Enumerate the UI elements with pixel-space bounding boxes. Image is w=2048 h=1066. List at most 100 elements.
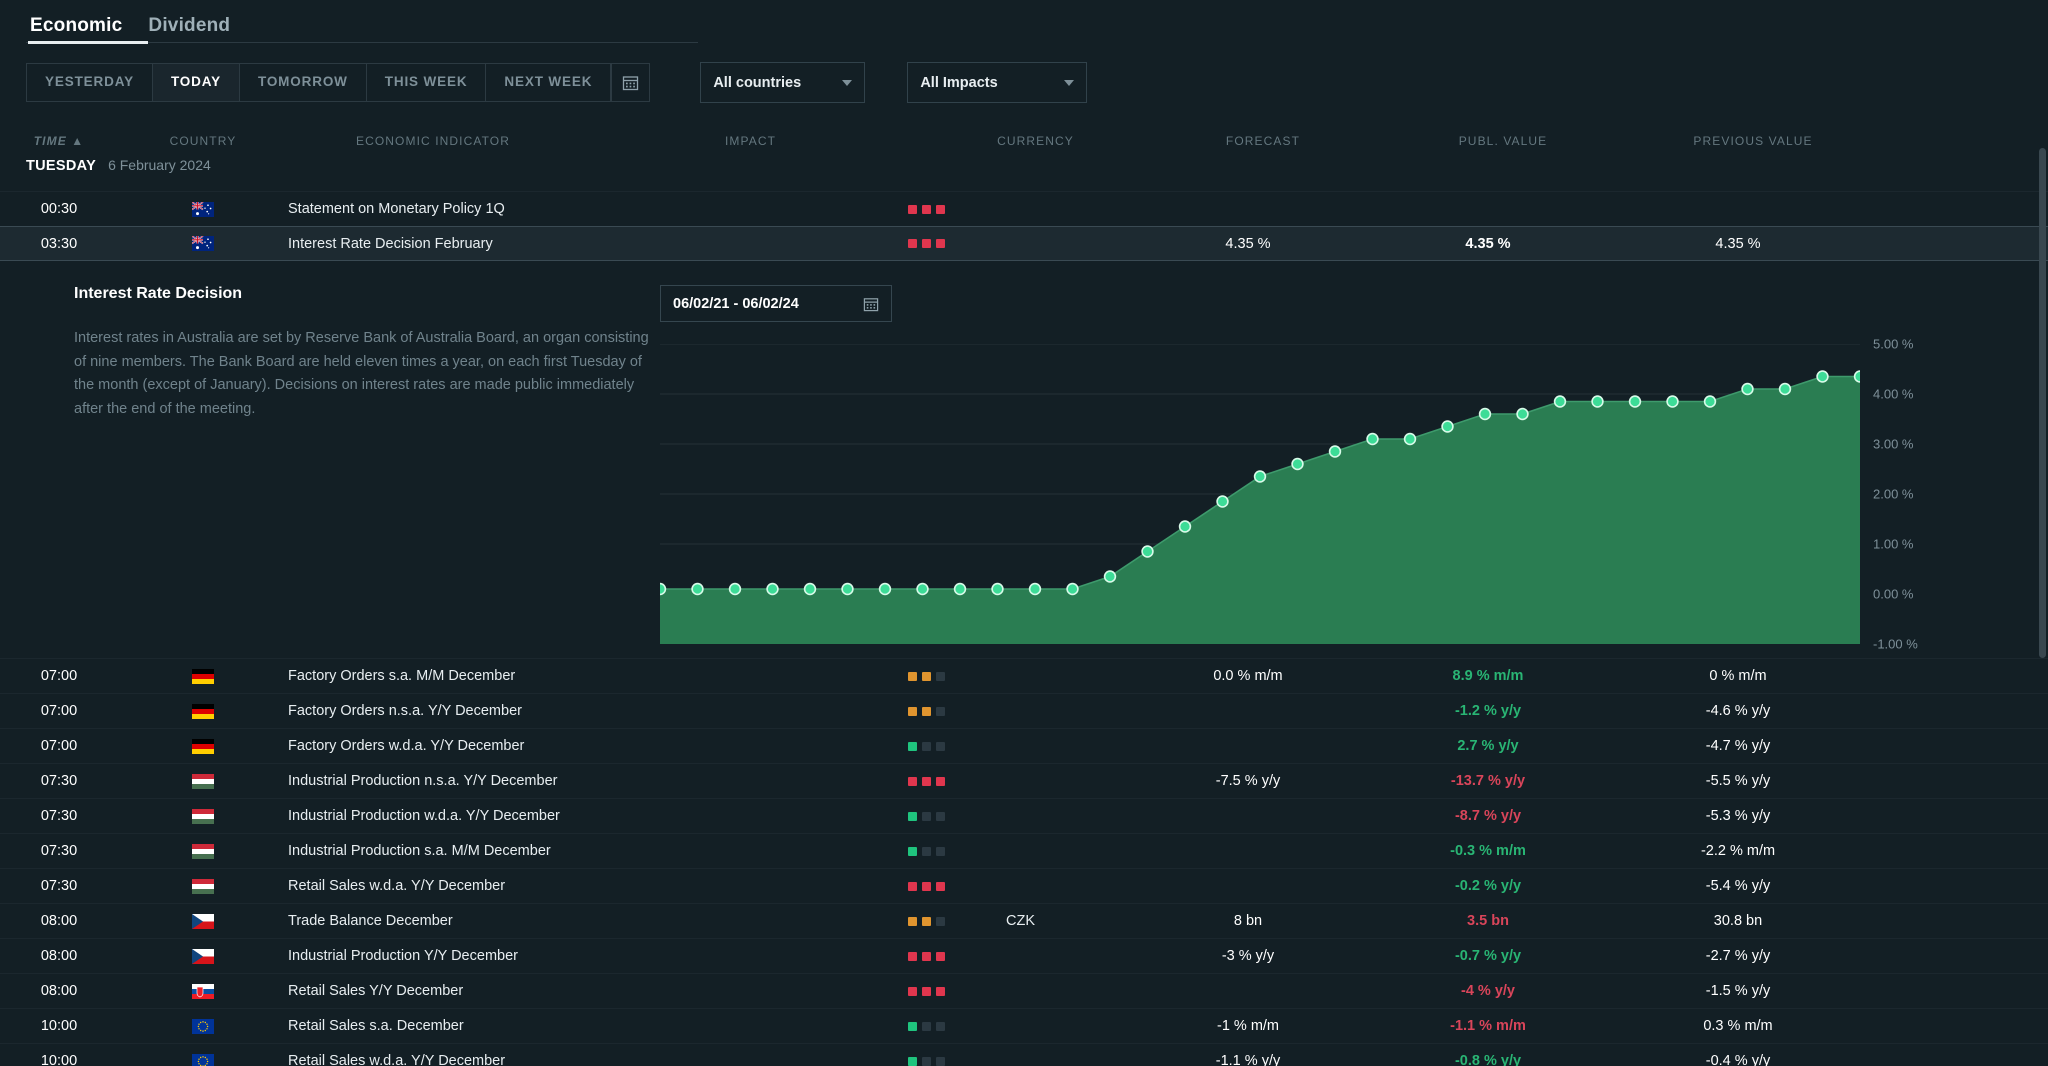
chart-data-point xyxy=(1478,407,1492,421)
row-previous-value: 0.3 % m/m xyxy=(1703,1018,1773,1034)
column-header-currency[interactable]: CURRENCY xyxy=(923,134,1148,148)
calendar-picker-button[interactable] xyxy=(611,64,649,101)
impact-dot-off xyxy=(936,671,945,681)
impact-dot-orange xyxy=(908,671,917,681)
impact-dot-orange xyxy=(922,671,931,681)
row-indicator[interactable]: Factory Orders s.a. M/M December xyxy=(288,668,908,684)
calendar-icon xyxy=(863,297,879,311)
column-header-indicator[interactable]: ECONOMIC INDICATOR xyxy=(288,134,578,148)
table-row[interactable]: 07:30 Retail Sales w.d.a. Y/Y December -… xyxy=(0,868,2048,903)
chart-data-point xyxy=(1516,407,1529,421)
chart-data-point xyxy=(991,582,1004,596)
row-indicator[interactable]: Industrial Production w.d.a. Y/Y Decembe… xyxy=(288,808,908,824)
table-row[interactable]: 08:00 Trade Balance December CZK 8 bn 3.… xyxy=(0,903,2048,938)
row-indicator[interactable]: Statement on Monetary Policy 1Q xyxy=(288,201,908,217)
row-indicator[interactable]: Industrial Production s.a. M/M December xyxy=(288,843,908,859)
chart-data-point xyxy=(1253,470,1267,483)
impact-filter-dropdown[interactable]: All Impacts xyxy=(907,62,1088,103)
chart-data-point xyxy=(1853,370,1860,383)
column-header-publ-value[interactable]: PUBL. VALUE xyxy=(1378,134,1628,148)
row-time: 10:00 xyxy=(40,1053,78,1066)
row-indicator[interactable]: Retail Sales Y/Y December xyxy=(288,983,908,999)
table-row[interactable]: 08:00 Retail Sales Y/Y December -4 % y/y… xyxy=(0,973,2048,1008)
flag-sk-icon xyxy=(192,983,214,999)
row-country-flag xyxy=(118,913,288,929)
table-row[interactable]: 10:00 Retail Sales w.d.a. Y/Y December -… xyxy=(0,1043,2048,1066)
row-previous-value: -5.3 % y/y xyxy=(1705,808,1771,824)
y-axis-tick-label: 1.00 % xyxy=(1873,536,1914,552)
row-indicator[interactable]: Retail Sales w.d.a. Y/Y December xyxy=(288,878,908,894)
impact-dot-red xyxy=(922,239,931,248)
row-forecast: -3 % y/y xyxy=(1221,948,1275,964)
row-country-flag xyxy=(118,1053,288,1066)
row-forecast: 4.35 % xyxy=(1225,235,1271,252)
row-previous-value: -4.7 % y/y xyxy=(1705,738,1771,754)
chart-data-point xyxy=(660,582,667,596)
date-range-input[interactable]: 06/02/21 - 06/02/24 xyxy=(660,285,892,322)
chart-data-point xyxy=(1141,545,1154,558)
table-row[interactable]: 00:30 Statement on Monetary Policy 1Q xyxy=(0,191,2048,226)
impact-dot-off xyxy=(936,706,945,716)
date-range-value: 06/02/21 - 06/02/24 xyxy=(673,295,799,312)
day-name: TUESDAY xyxy=(26,158,97,174)
row-publ-value: -1.2 % y/y xyxy=(1454,703,1522,719)
period-this-week[interactable]: THIS WEEK xyxy=(367,64,487,101)
flag-cz-icon xyxy=(192,948,214,964)
table-row[interactable]: 03:30 Interest Rate Decision February 4.… xyxy=(0,226,2048,261)
row-publ-value: -13.7 % y/y xyxy=(1450,773,1526,789)
chart-data-point xyxy=(1066,582,1079,596)
table-row[interactable]: 08:00 Industrial Production Y/Y December… xyxy=(0,938,2048,973)
column-header-time[interactable]: TIME ▲ xyxy=(0,134,118,148)
row-indicator[interactable]: Factory Orders w.d.a. Y/Y December xyxy=(288,738,908,754)
row-time: 07:00 xyxy=(40,738,78,754)
impact-dot-off xyxy=(922,1056,931,1066)
row-country-flag xyxy=(118,948,288,964)
impact-dot-green xyxy=(908,1056,917,1066)
table-row[interactable]: 07:00 Factory Orders w.d.a. Y/Y December… xyxy=(0,728,2048,763)
chart-data-point xyxy=(1216,495,1229,508)
table-header: TIME ▲ COUNTRY ECONOMIC INDICATOR IMPACT… xyxy=(0,125,2048,157)
period-yesterday[interactable]: YESTERDAY xyxy=(27,64,153,101)
row-previous-value: -2.2 % m/m xyxy=(1700,843,1776,859)
tab-dividend[interactable]: Dividend xyxy=(144,15,252,48)
row-indicator[interactable]: Factory Orders n.s.a. Y/Y December xyxy=(288,703,908,719)
impact-dot-red xyxy=(936,776,945,786)
table-row[interactable]: 07:00 Factory Orders s.a. M/M December 0… xyxy=(0,658,2048,693)
row-indicator[interactable]: Industrial Production n.s.a. Y/Y Decembe… xyxy=(288,773,908,789)
table-row[interactable]: 07:30 Industrial Production n.s.a. Y/Y D… xyxy=(0,763,2048,798)
row-previous-value: -5.5 % y/y xyxy=(1705,773,1771,789)
country-filter-dropdown[interactable]: All countries xyxy=(700,62,866,103)
table-row[interactable]: 07:30 Industrial Production s.a. M/M Dec… xyxy=(0,833,2048,868)
column-header-country[interactable]: COUNTRY xyxy=(118,134,288,148)
impact-indicator xyxy=(908,1021,945,1031)
impact-indicator xyxy=(908,239,945,248)
column-header-impact[interactable]: IMPACT xyxy=(578,134,923,148)
row-indicator[interactable]: Retail Sales w.d.a. Y/Y December xyxy=(288,1053,908,1066)
impact-dot-green xyxy=(908,811,917,821)
impact-indicator xyxy=(908,986,945,996)
detail-chart-block: 06/02/21 - 06/02/24 5.00 % 4.00 % 3.00 % 2.… xyxy=(660,285,2048,652)
economic-calendar-page: Economic Dividend YESTERDAY TODAY TOMORR… xyxy=(0,0,2048,1066)
period-today[interactable]: TODAY xyxy=(152,64,240,101)
chart-data-point xyxy=(1816,370,1829,383)
day-date: 6 February 2024 xyxy=(108,157,211,173)
period-tomorrow[interactable]: TOMORROW xyxy=(240,64,367,101)
table-row[interactable]: 10:00 Retail Sales s.a. December -1 % m/… xyxy=(0,1008,2048,1043)
row-indicator[interactable]: Interest Rate Decision February xyxy=(288,236,908,252)
impact-filter-value: All Impacts xyxy=(920,74,998,91)
filter-bar: YESTERDAY TODAY TOMORROW THIS WEEK NEXT … xyxy=(0,48,2048,103)
row-previous-value: -0.4 % y/y xyxy=(1705,1053,1771,1066)
period-next-week[interactable]: NEXT WEEK xyxy=(486,64,612,101)
impact-indicator xyxy=(908,811,945,821)
column-header-forecast[interactable]: FORECAST xyxy=(1148,134,1378,148)
row-time: 10:00 xyxy=(40,1018,78,1034)
scrollbar-thumb[interactable] xyxy=(2039,148,2046,658)
row-indicator[interactable]: Trade Balance December xyxy=(288,913,908,929)
impact-dot-green xyxy=(908,741,917,751)
column-header-previous-value[interactable]: PREVIOUS VALUE xyxy=(1628,134,1878,148)
table-row[interactable]: 07:00 Factory Orders n.s.a. Y/Y December… xyxy=(0,693,2048,728)
day-group-header: TUESDAY 6 February 2024 xyxy=(0,157,2048,191)
row-indicator[interactable]: Retail Sales s.a. December xyxy=(288,1018,908,1034)
table-row[interactable]: 07:30 Industrial Production w.d.a. Y/Y D… xyxy=(0,798,2048,833)
row-indicator[interactable]: Industrial Production Y/Y December xyxy=(288,948,908,964)
